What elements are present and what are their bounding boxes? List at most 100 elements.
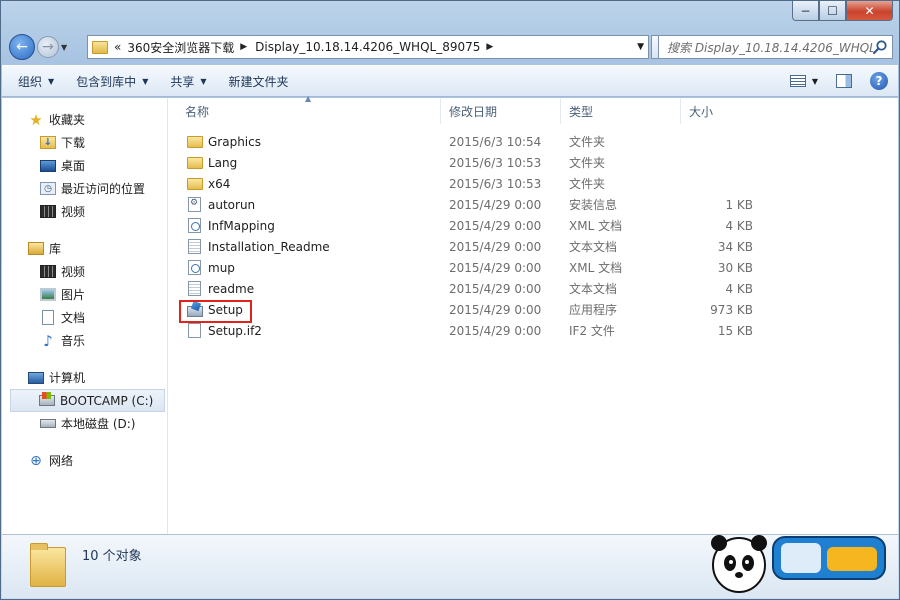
file-name-cell: mup xyxy=(169,260,441,275)
sidebar-item-drive-d[interactable]: 本地磁盘 (D:) xyxy=(2,412,167,435)
folder-icon xyxy=(92,40,108,54)
sidebar-item-label: 网络 xyxy=(49,454,74,468)
sidebar-item-drive-c[interactable]: BOOTCAMP (C:) xyxy=(10,389,165,412)
recent-places-icon: ◷ xyxy=(40,182,56,195)
sidebar-item-documents[interactable]: 文档 xyxy=(2,306,167,329)
chevron-down-icon: ▼ xyxy=(48,76,55,86)
column-header-label: 修改日期 xyxy=(449,104,498,119)
folder-icon xyxy=(187,156,203,169)
search-icon[interactable] xyxy=(872,39,888,55)
desktop-icon xyxy=(40,159,56,172)
file-type: 文件夹 xyxy=(569,156,606,170)
file-row-setup[interactable]: Setup 2015/4/29 0:00 应用程序 973 KB xyxy=(169,299,898,320)
file-row[interactable]: Graphics 2015/6/3 10:54 文件夹 xyxy=(169,131,898,152)
file-name: InfMapping xyxy=(208,218,275,233)
column-header-size[interactable]: 大小 xyxy=(681,98,761,124)
content-area: ★ 收藏夹 ↓ 下载 桌面 ◷ 最近访问的位置 视频 库 视频 图片 文档 ♪ … xyxy=(2,94,898,535)
file-name: Graphics xyxy=(208,134,261,149)
organize-menu-button[interactable]: 组织 ▼ xyxy=(18,73,54,90)
video-icon xyxy=(40,265,56,278)
file-name: x64 xyxy=(208,176,231,191)
address-dropdown-button[interactable]: ▼ xyxy=(637,42,644,52)
sidebar-item-favorite-videos[interactable]: 视频 xyxy=(2,200,167,223)
sidebar-item-pictures[interactable]: 图片 xyxy=(2,283,167,306)
recent-pages-dropdown[interactable]: ▼ xyxy=(61,43,71,52)
sidebar-item-label: 计算机 xyxy=(49,371,86,385)
address-bar[interactable]: « 360安全浏览器下载 ▶ Display_10.18.14.4206_WHQ… xyxy=(87,35,649,59)
column-header-label: 类型 xyxy=(569,104,594,119)
explorer-window: − ☐ ✕ ← → ▼ « 360安全浏览器下载 ▶ Display_10.18… xyxy=(0,0,900,600)
star-icon: ★ xyxy=(29,110,43,129)
document-icon xyxy=(42,310,54,325)
file-row[interactable]: autorun 2015/4/29 0:00 安装信息 1 KB xyxy=(169,194,898,215)
file-date: 2015/6/3 10:53 xyxy=(449,155,542,170)
sidebar-item-favorites[interactable]: ★ 收藏夹 xyxy=(2,108,167,131)
sidebar-item-label: 下载 xyxy=(61,136,86,150)
text-document-icon xyxy=(188,239,201,254)
breadcrumb-chevron-icon[interactable]: ▶ xyxy=(486,42,493,52)
sidebar-item-recent-places[interactable]: ◷ 最近访问的位置 xyxy=(2,177,167,200)
file-name-cell: Setup xyxy=(169,302,441,317)
file-type: XML 文档 xyxy=(569,219,623,233)
breadcrumb-chevron-icon[interactable]: ▶ xyxy=(240,42,247,52)
file-type: 文本文档 xyxy=(569,240,618,254)
toolbar-right-group: ▼ ? xyxy=(789,72,888,90)
file-date: 2015/4/29 0:00 xyxy=(449,239,542,254)
file-date: 2015/4/29 0:00 xyxy=(449,197,542,212)
close-button[interactable]: ✕ xyxy=(846,1,893,21)
picture-icon xyxy=(40,288,56,301)
sidebar-item-downloads[interactable]: ↓ 下载 xyxy=(2,131,167,154)
file-row[interactable]: Lang 2015/6/3 10:53 文件夹 xyxy=(169,152,898,173)
help-icon[interactable]: ? xyxy=(870,72,888,90)
file-size: 15 KB xyxy=(717,323,753,338)
file-row[interactable]: x64 2015/6/3 10:53 文件夹 xyxy=(169,173,898,194)
preview-pane-icon[interactable] xyxy=(836,74,852,88)
sidebar-item-label: 最近访问的位置 xyxy=(61,182,146,196)
file-size: 973 KB xyxy=(710,302,753,317)
sidebar-item-videos[interactable]: 视频 xyxy=(2,260,167,283)
column-header-name[interactable]: ▲ 名称 xyxy=(169,94,441,124)
application-icon xyxy=(186,302,204,317)
sidebar-item-libraries[interactable]: 库 xyxy=(2,237,167,260)
file-name-cell: Setup.if2 xyxy=(169,323,441,338)
title-bar[interactable]: − ☐ ✕ xyxy=(1,1,899,29)
sidebar-item-desktop[interactable]: 桌面 xyxy=(2,154,167,177)
column-header-label: 名称 xyxy=(185,104,210,119)
breadcrumb-overflow-button[interactable]: « xyxy=(114,40,121,54)
column-header-row: ▲ 名称 修改日期 类型 大小 xyxy=(169,94,898,124)
file-row[interactable]: Setup.if2 2015/4/29 0:00 IF2 文件 15 KB xyxy=(169,320,898,341)
file-size: 30 KB xyxy=(717,260,753,275)
file-row[interactable]: Installation_Readme 2015/4/29 0:00 文本文档 … xyxy=(169,236,898,257)
breadcrumb-item[interactable]: 360安全浏览器下载 xyxy=(127,39,234,56)
maximize-button[interactable]: ☐ xyxy=(819,1,846,21)
file-size: 4 KB xyxy=(725,281,753,296)
sidebar-item-computer[interactable]: 计算机 xyxy=(2,366,167,389)
include-in-library-label: 包含到库中 xyxy=(76,74,137,89)
share-button[interactable]: 共享 ▼ xyxy=(170,73,206,90)
minimize-button[interactable]: − xyxy=(792,1,819,21)
file-row[interactable]: InfMapping 2015/4/29 0:00 XML 文档 4 KB xyxy=(169,215,898,236)
back-button[interactable]: ← xyxy=(9,34,35,60)
include-in-library-button[interactable]: 包含到库中 ▼ xyxy=(76,73,148,90)
file-name: Installation_Readme xyxy=(208,239,330,254)
file-row[interactable]: mup 2015/4/29 0:00 XML 文档 30 KB xyxy=(169,257,898,278)
file-name-cell: Lang xyxy=(169,156,441,170)
file-name: readme xyxy=(208,281,255,296)
text-document-icon xyxy=(188,281,201,296)
column-header-date[interactable]: 修改日期 xyxy=(441,98,561,124)
column-header-type[interactable]: 类型 xyxy=(561,98,681,124)
new-folder-button[interactable]: 新建文件夹 xyxy=(229,73,289,90)
organize-label: 组织 xyxy=(18,74,43,89)
file-date: 2015/4/29 0:00 xyxy=(449,302,542,317)
sidebar-item-music[interactable]: ♪ 音乐 xyxy=(2,329,167,352)
breadcrumb-item[interactable]: Display_10.18.14.4206_WHQL_89075 xyxy=(255,40,480,54)
panda-logo-watermark xyxy=(711,535,886,593)
sidebar-item-network[interactable]: ⊕ 网络 xyxy=(2,449,167,472)
network-icon: ⊕ xyxy=(30,452,42,469)
forward-button[interactable]: → xyxy=(37,36,59,58)
file-name-cell: Graphics xyxy=(169,135,441,149)
search-input[interactable]: 搜索 Display_10.18.14.4206_WHQL_89075 xyxy=(658,35,893,59)
file-row[interactable]: readme 2015/4/29 0:00 文本文档 4 KB xyxy=(169,278,898,299)
change-view-button[interactable]: ▼ xyxy=(789,75,818,87)
